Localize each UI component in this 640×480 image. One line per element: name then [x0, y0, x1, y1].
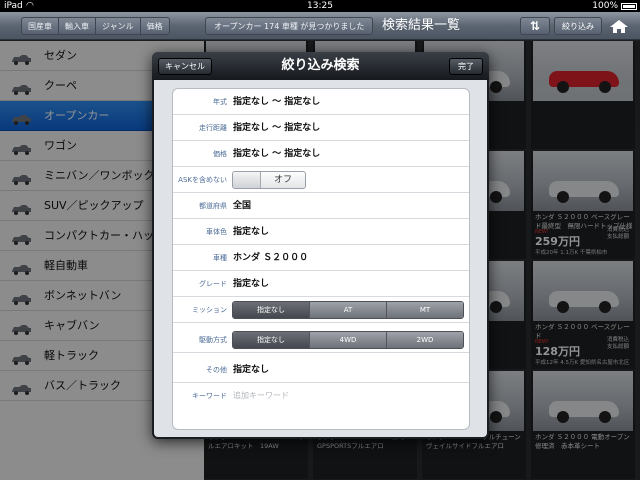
- keyword-row[interactable]: キーワード 追加キーワード: [173, 383, 469, 409]
- model-value: ホンダ Ｓ２０００: [233, 253, 309, 263]
- toggle-knob: [233, 172, 261, 188]
- modal-body: 年式 指定なし 〜 指定なし 走行距離 指定なし 〜 指定なし 価格 指定なし …: [154, 80, 487, 437]
- model-row[interactable]: 車種 ホンダ Ｓ２０００: [173, 245, 469, 271]
- segment-genre[interactable]: ジャンル: [95, 17, 141, 35]
- year-value: 指定なし 〜 指定なし: [233, 97, 321, 107]
- mileage-row[interactable]: 走行距離 指定なし 〜 指定なし: [173, 115, 469, 141]
- battery-icon: [621, 3, 637, 10]
- result-count: オープンカー 174 車種 が見つかりました: [205, 17, 374, 35]
- other-value: 指定なし: [233, 365, 270, 375]
- mileage-label: 走行距離: [199, 124, 227, 132]
- drive-row: 駆動方式 指定なし 4WD 2WD: [173, 327, 469, 353]
- done-button[interactable]: 完了: [449, 58, 483, 75]
- modal-toolbar: キャンセル 絞り込み検索 完了: [152, 52, 489, 80]
- segment-import[interactable]: 輸入車: [58, 17, 96, 35]
- filter-modal: キャンセル 絞り込み検索 完了 年式 指定なし 〜 指定なし 走行距離 指定なし…: [152, 52, 489, 439]
- prefecture-value: 全国: [233, 201, 252, 211]
- modal-title: 絞り込み検索: [281, 58, 360, 73]
- color-row[interactable]: 車体色 指定なし: [173, 219, 469, 245]
- mission-option-any[interactable]: 指定なし: [233, 302, 309, 318]
- filter-button[interactable]: 絞り込み: [554, 17, 602, 35]
- status-bar: iPad ◠ 13:25 100%: [0, 0, 640, 12]
- prefecture-label: 都道府県: [199, 202, 227, 210]
- ask-toggle[interactable]: オフ: [232, 171, 306, 189]
- drive-label: 駆動方式: [199, 336, 227, 344]
- category-segment: 国産車 輸入車 ジャンル 価格: [21, 17, 170, 35]
- segment-domestic[interactable]: 国産車: [21, 17, 59, 35]
- home-button[interactable]: [606, 17, 632, 35]
- keyword-label: キーワード: [192, 392, 227, 400]
- color-value: 指定なし: [233, 227, 270, 237]
- top-nav-bar: 国産車 輸入車 ジャンル 価格 オープンカー 174 車種 が見つかりました 検…: [0, 12, 640, 40]
- toggle-state: オフ: [273, 175, 292, 185]
- grade-value: 指定なし: [233, 279, 270, 289]
- grade-label: グレード: [199, 280, 227, 288]
- filter-form: 年式 指定なし 〜 指定なし 走行距離 指定なし 〜 指定なし 価格 指定なし …: [172, 88, 470, 430]
- year-row[interactable]: 年式 指定なし 〜 指定なし: [173, 89, 469, 115]
- drive-option-2wd[interactable]: 2WD: [386, 332, 463, 348]
- ask-row: ASKを含めない オフ: [173, 167, 469, 193]
- ask-label: ASKを含めない: [178, 176, 227, 184]
- mission-row: ミッション 指定なし AT MT: [173, 297, 469, 323]
- mission-label: ミッション: [192, 306, 227, 314]
- mission-option-at[interactable]: AT: [309, 302, 386, 318]
- mission-segment: 指定なし AT MT: [232, 301, 464, 319]
- battery-percent: 100%: [592, 1, 618, 11]
- price-label: 価格: [213, 150, 227, 158]
- drive-segment: 指定なし 4WD 2WD: [232, 331, 464, 349]
- sort-button[interactable]: ⇅: [520, 17, 550, 35]
- drive-option-any[interactable]: 指定なし: [233, 332, 309, 348]
- prefecture-row[interactable]: 都道府県 全国: [173, 193, 469, 219]
- color-label: 車体色: [206, 228, 227, 236]
- drive-option-4wd[interactable]: 4WD: [309, 332, 386, 348]
- sort-arrows-icon: ⇅: [529, 19, 541, 33]
- price-row[interactable]: 価格 指定なし 〜 指定なし: [173, 141, 469, 167]
- mileage-value: 指定なし 〜 指定なし: [233, 123, 321, 133]
- year-label: 年式: [213, 98, 227, 106]
- other-label: その他: [206, 366, 227, 374]
- clock: 13:25: [307, 1, 333, 11]
- page-title: 検索結果一覧: [382, 18, 461, 33]
- price-value: 指定なし 〜 指定なし: [233, 149, 321, 159]
- segment-price[interactable]: 価格: [139, 17, 170, 35]
- mission-option-mt[interactable]: MT: [386, 302, 463, 318]
- home-icon: [610, 20, 628, 33]
- grade-row[interactable]: グレード 指定なし: [173, 271, 469, 297]
- keyword-input[interactable]: 追加キーワード: [233, 383, 289, 409]
- model-label: 車種: [213, 254, 227, 262]
- other-row[interactable]: その他 指定なし: [173, 357, 469, 383]
